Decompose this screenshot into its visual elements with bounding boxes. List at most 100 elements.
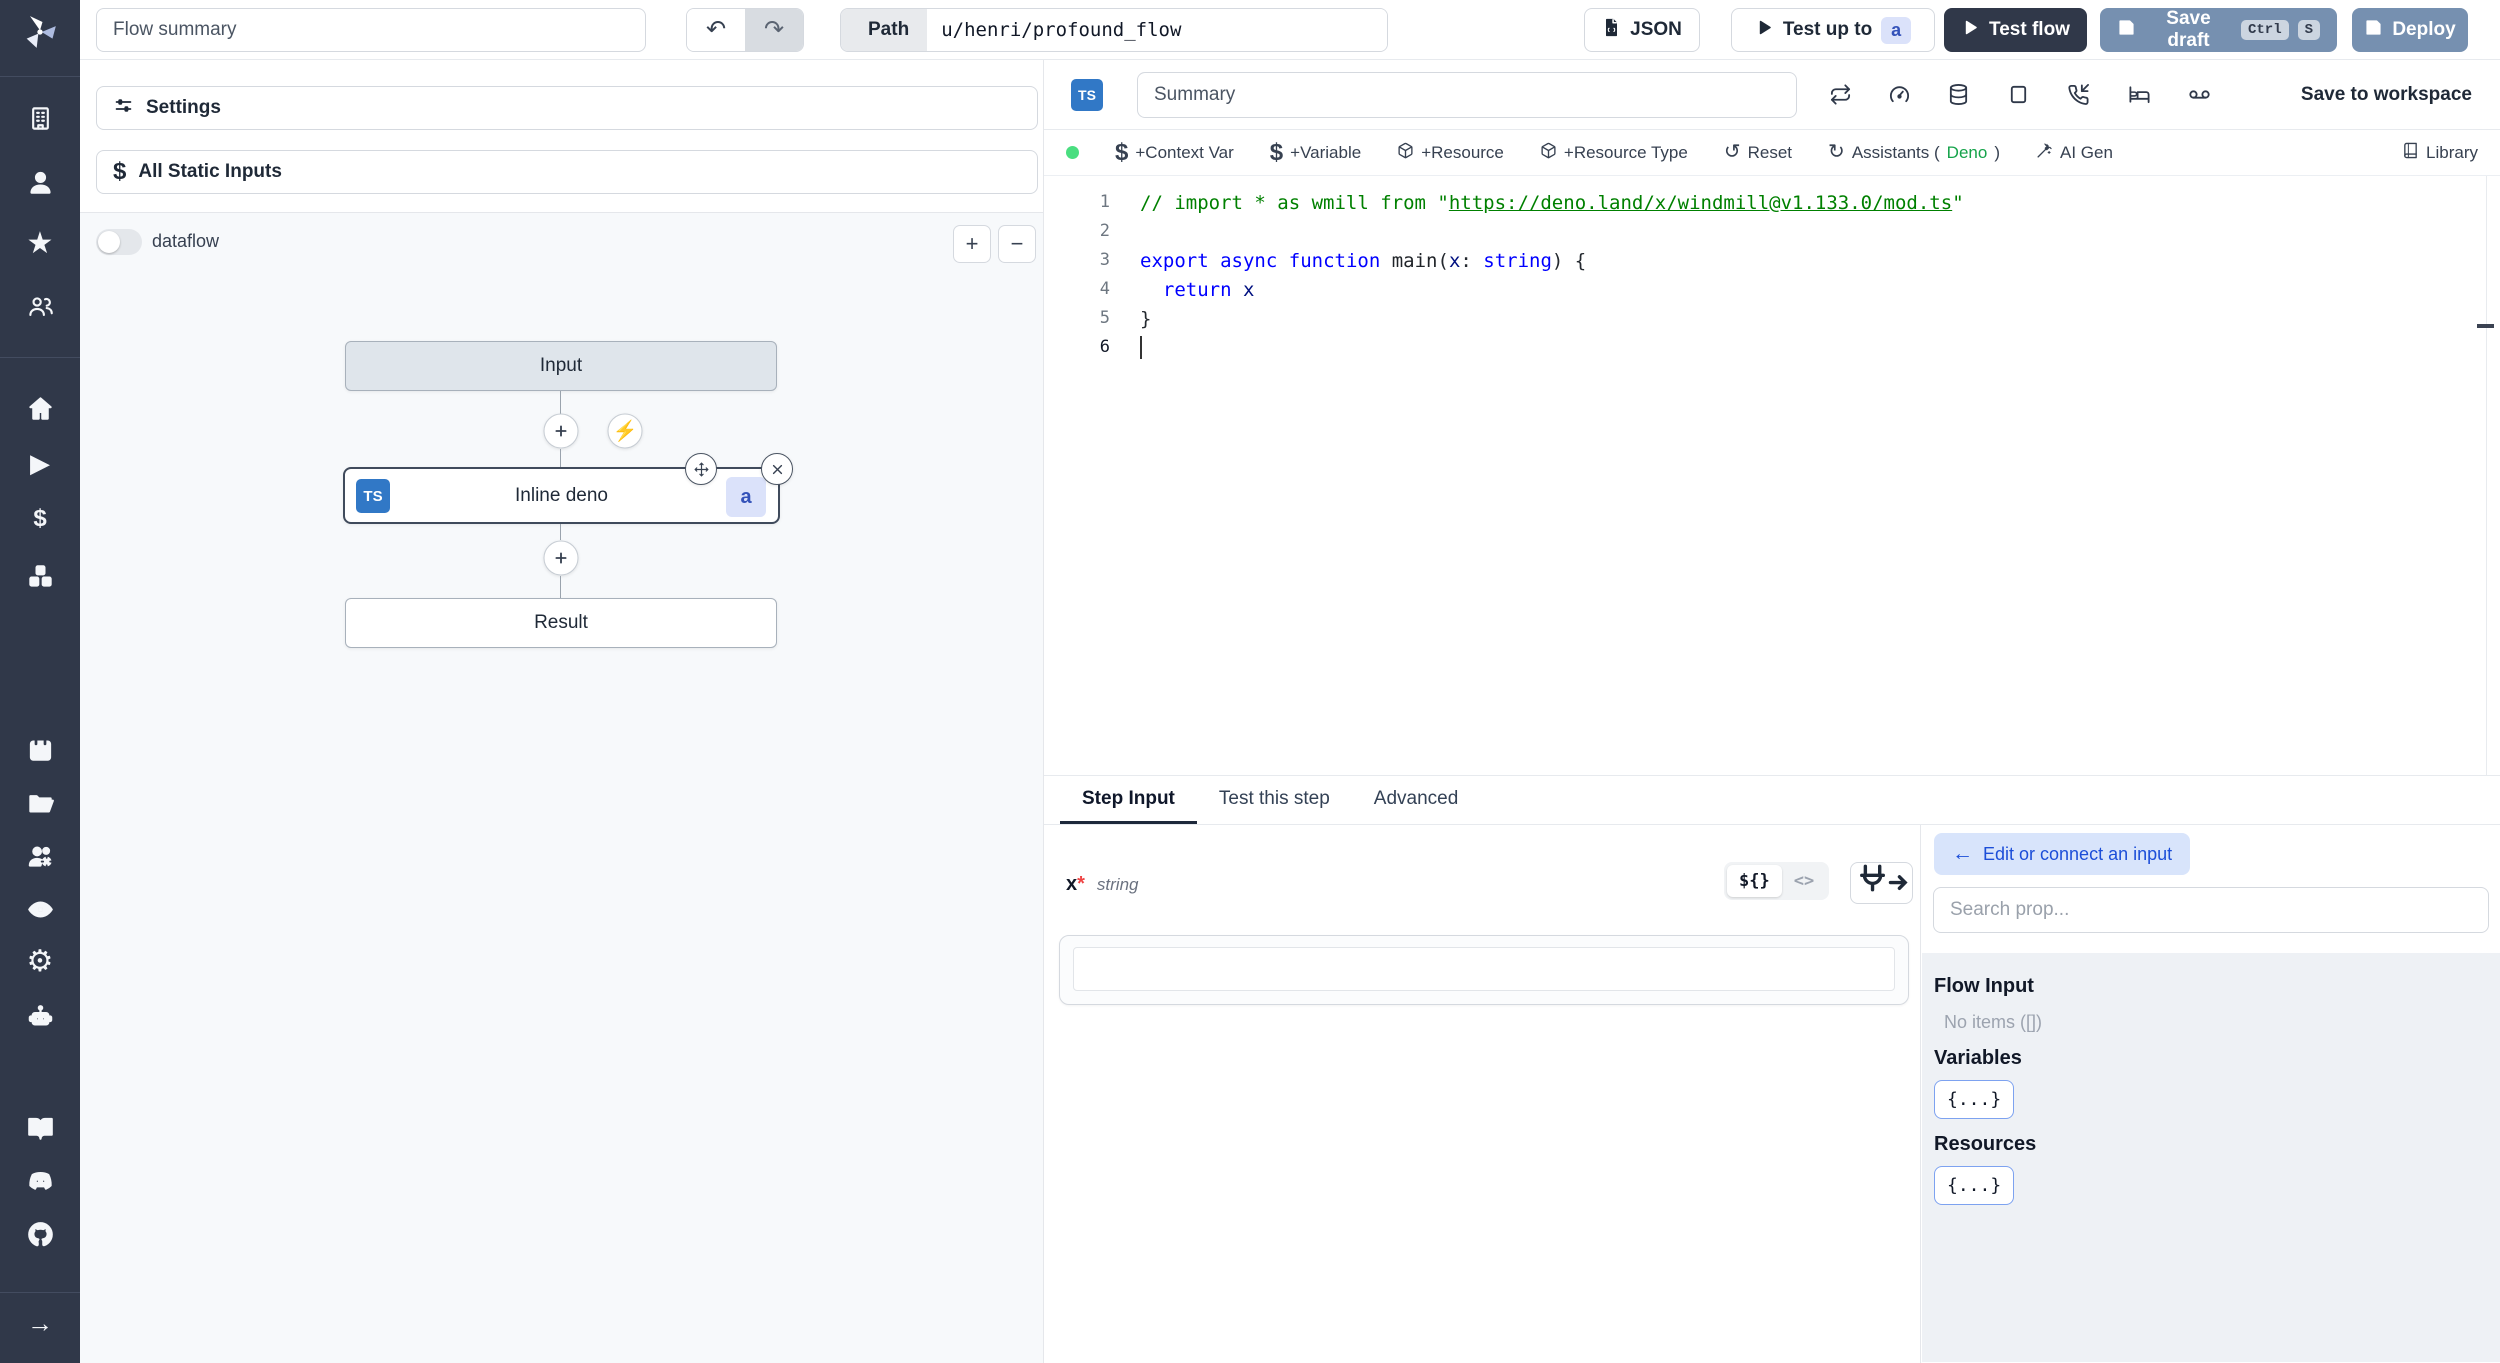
edit-or-connect-button[interactable]: ← Edit or connect an input [1934, 833, 2191, 875]
save-draft-button[interactable]: Save draft Ctrl S [2100, 8, 2337, 52]
dataflow-toggle[interactable] [96, 229, 142, 255]
search-prop-input[interactable] [1933, 887, 2489, 933]
toolbar-ai-gen-button[interactable]: AI Gen [2036, 142, 2113, 164]
flow-summary-input[interactable] [96, 8, 646, 52]
flow-edge [560, 449, 561, 467]
tab-step-input[interactable]: Step Input [1060, 776, 1197, 824]
deploy-button[interactable]: Deploy [2352, 8, 2468, 52]
toolbar-assistants-button[interactable]: ↻ Assistants (Deno) [1828, 142, 2000, 163]
reset-icon: ↺ [1723, 141, 1741, 163]
code-editor[interactable]: 1 // import * as wmill from " https://deno… [1044, 176, 2500, 775]
bed-icon[interactable] [2122, 78, 2156, 112]
star-icon[interactable]: ★ [23, 227, 57, 261]
json-label: JSON [1630, 19, 1682, 40]
editor-scrollbar[interactable] [2486, 176, 2487, 775]
trigger-lightning-button[interactable]: ⚡ [607, 413, 643, 449]
building-icon[interactable] [23, 101, 57, 135]
gear-icon[interactable]: ⚙ [23, 945, 57, 979]
tab-advanced[interactable]: Advanced [1352, 776, 1481, 824]
floppy-icon [2117, 18, 2136, 43]
tab-test-this-step[interactable]: Test this step [1197, 776, 1352, 824]
dollar-icon: $ [1269, 138, 1284, 166]
home-icon[interactable] [23, 391, 57, 425]
users-group-icon[interactable] [23, 289, 57, 323]
package-icon [1397, 142, 1414, 164]
github-icon[interactable] [23, 1217, 57, 1251]
test-up-to-label: Test up to [1782, 19, 1873, 40]
robot-icon[interactable] [23, 999, 57, 1033]
variables-object-chip[interactable]: {...} [1934, 1080, 2015, 1119]
folder-icon[interactable] [23, 786, 57, 820]
arg-value-input[interactable] [1073, 947, 1895, 991]
resources-object-chip[interactable]: {...} [1934, 1166, 2015, 1205]
gauge-icon[interactable] [1882, 78, 1916, 112]
expand-sidebar-button[interactable]: → [23, 1306, 57, 1340]
windmill-flow-editor: ★ ▶ $ ⚙ → ↶ ↷ Path JSON Test up to a [0, 0, 2500, 1363]
phone-incoming-icon[interactable] [2061, 78, 2095, 112]
book-open-icon[interactable] [23, 1111, 57, 1145]
redo-button[interactable]: ↷ [745, 9, 803, 51]
zoom-in-button[interactable]: + [953, 225, 991, 263]
flow-node-result[interactable]: Result [345, 598, 777, 648]
deploy-label: Deploy [2392, 19, 2456, 40]
step-input-section: x* string ${} <> [1044, 825, 1920, 1363]
save-draft-label: Save draft [2166, 8, 2211, 51]
user-icon[interactable] [23, 165, 57, 199]
flow-panel: Settings $ All Static Inputs dataflow + … [80, 60, 1044, 1363]
refresh-icon: ↻ [1828, 141, 1845, 163]
text-cursor [1140, 336, 1142, 359]
path-button[interactable]: Path [841, 9, 928, 51]
eye-icon[interactable] [23, 892, 57, 926]
arg-type: string [1096, 875, 1139, 894]
all-static-inputs-button[interactable]: $ All Static Inputs [96, 150, 1038, 194]
line-number: 2 [1099, 221, 1110, 241]
step-summary-input[interactable] [1137, 72, 1797, 118]
flow-node-inline-deno[interactable]: TS Inline deno a [343, 453, 793, 524]
undo-button[interactable]: ↶ [687, 9, 745, 51]
toolbar-context-var-button[interactable]: $ +Context Var [1115, 140, 1234, 165]
test-flow-button[interactable]: Test flow [1944, 8, 2087, 52]
prop-section-title: Variables [1934, 1047, 2022, 1069]
zoom-out-button[interactable]: − [998, 225, 1036, 263]
toolbar-resource-button[interactable]: +Resource [1397, 142, 1504, 164]
dollar-icon[interactable]: $ [23, 502, 57, 536]
insert-step-button[interactable] [543, 413, 579, 449]
insert-step-button[interactable] [543, 540, 579, 576]
flow-settings-button[interactable]: Settings [96, 86, 1038, 130]
repeat-icon[interactable] [1823, 78, 1857, 112]
path-input[interactable] [927, 9, 1388, 51]
save-to-workspace-button[interactable]: Save to workspace [2291, 60, 2472, 129]
toolbar-variable-button[interactable]: $ +Variable [1269, 138, 1361, 166]
toolbar-resource-type-button[interactable]: +Resource Type [1540, 142, 1688, 164]
code-line: return x [1162, 278, 1255, 301]
move-step-handle[interactable] [685, 453, 717, 485]
delete-step-button[interactable] [761, 453, 793, 485]
wand-icon [2036, 142, 2053, 164]
square-icon[interactable] [2001, 78, 2035, 112]
discord-icon[interactable] [23, 1164, 57, 1198]
library-button[interactable]: Library [2402, 142, 2478, 164]
play-icon [1961, 18, 1980, 43]
calendar-icon[interactable] [23, 732, 57, 766]
template-mode-button[interactable]: ${} [1727, 865, 1782, 897]
database-icon[interactable] [1941, 78, 1975, 112]
flow-canvas[interactable]: dataflow + − Input ⚡ TS Inline deno a Re… [80, 212, 1043, 1363]
status-dot [1066, 146, 1079, 159]
connect-input-button[interactable] [1850, 862, 1913, 904]
users-gear-icon[interactable] [23, 839, 57, 873]
typescript-badge: TS [356, 479, 390, 513]
code-mode-button[interactable]: <> [1782, 865, 1826, 897]
flow-node-input[interactable]: Input [345, 341, 777, 391]
cubes-icon[interactable] [23, 559, 57, 593]
json-button[interactable]: JSON [1584, 8, 1700, 52]
toolbar-reset-button[interactable]: ↺ Reset [1724, 142, 1792, 163]
play-filled-icon[interactable]: ▶ [23, 446, 57, 480]
line-number: 1 [1099, 192, 1110, 212]
voicemail-icon[interactable] [2182, 78, 2216, 112]
test-flow-label: Test flow [1989, 19, 2070, 40]
test-up-to-button[interactable]: Test up to a [1731, 8, 1935, 52]
windmill-logo-icon[interactable] [20, 12, 60, 52]
arg-header: x* string [1066, 873, 1139, 896]
prop-panel: ← Edit or connect an input Flow Input No … [1920, 825, 2500, 1363]
code-line: // import * as wmill from " https://deno.… [1140, 191, 1964, 214]
